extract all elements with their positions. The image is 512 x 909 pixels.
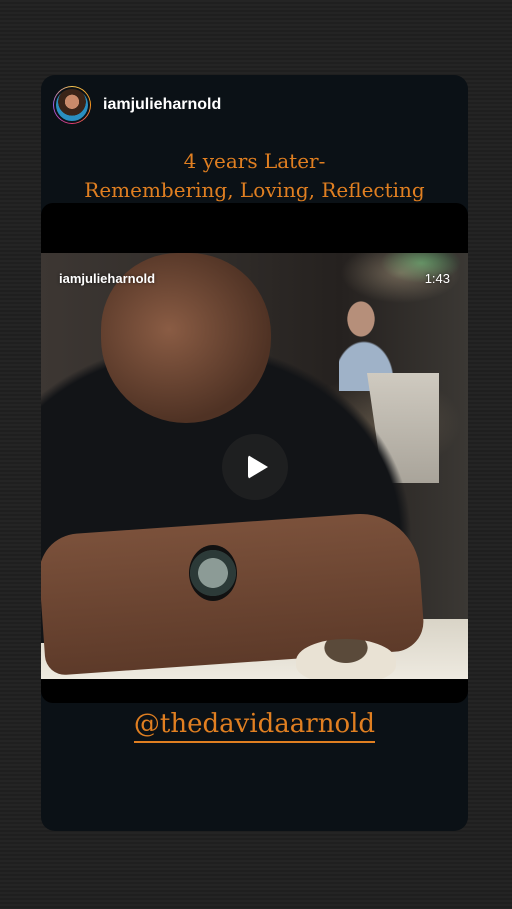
play-button[interactable] [222, 434, 288, 500]
username[interactable]: iamjulieharnold [103, 96, 221, 114]
play-icon [247, 455, 268, 479]
video-frame[interactable]: iamjulieharnold 1:43 [41, 253, 468, 679]
wristwatch [189, 545, 237, 601]
video-duration: 1:43 [424, 271, 450, 286]
story-card: iamjulieharnold 4 years Later- Rememberi… [41, 75, 468, 831]
mention-sticker[interactable]: @thedavidaarnold [41, 709, 468, 743]
avatar-image [54, 87, 90, 123]
story-header: iamjulieharnold [53, 85, 221, 125]
coffee-cup [296, 639, 396, 679]
caption: 4 years Later- Remembering, Loving, Refl… [41, 147, 468, 205]
video-username[interactable]: iamjulieharnold [59, 271, 155, 286]
caption-line-2: Remembering, Loving, Reflecting [84, 178, 425, 202]
embedded-video-post[interactable]: iamjulieharnold 1:43 [41, 203, 468, 703]
avatar[interactable] [53, 86, 91, 124]
mention-text[interactable]: @thedavidaarnold [133, 709, 376, 743]
caption-line-1: 4 years Later- [183, 149, 326, 173]
